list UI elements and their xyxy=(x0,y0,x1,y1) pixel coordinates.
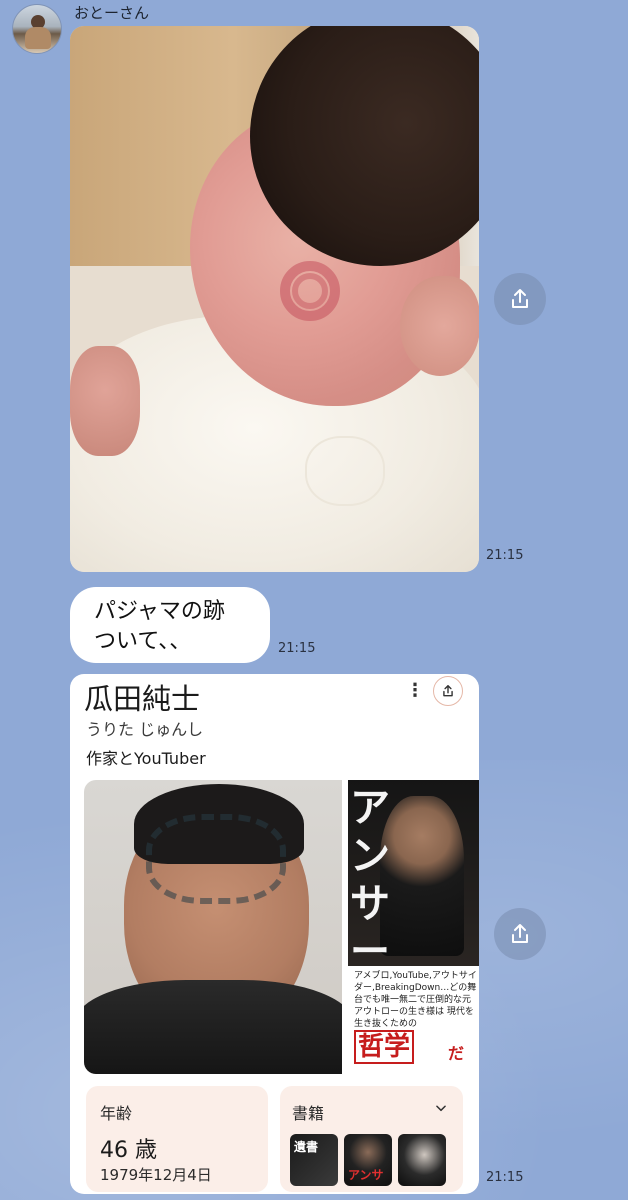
message-time: 21:15 xyxy=(278,641,316,656)
message-text-line: パジャマの跡 xyxy=(94,599,225,624)
age-tile: 年齢 46 歳 1979年12月4日 xyxy=(86,1086,268,1192)
share-icon xyxy=(512,289,528,308)
book-thumbnail xyxy=(398,1134,446,1186)
name-reading: うりた じゅんし xyxy=(86,720,204,739)
book-thumbnail: 遺書 xyxy=(290,1134,338,1186)
message-bubble[interactable]: パジャマの跡 ついて、、 xyxy=(70,587,270,663)
book-cover-blurb: アメブロ,YouTube,アウトサイダー,BreakingDown…どの舞台でも… xyxy=(354,971,477,1029)
book-cover-suffix: だ xyxy=(448,1044,465,1063)
book-cover-image: アンサー アメブロ,YouTube,アウトサイダー,BreakingDown…ど… xyxy=(348,780,479,1074)
books-tile: 書籍 遺書 アンサ xyxy=(280,1086,463,1192)
sender-name: おとーさん xyxy=(74,4,150,22)
books-label: 書籍 xyxy=(292,1104,325,1123)
share-button[interactable] xyxy=(494,908,546,960)
share-button[interactable] xyxy=(494,273,546,325)
knowledge-panel-title: 瓜田純士 xyxy=(84,682,201,716)
age-value: 46 歳 xyxy=(100,1138,157,1163)
chevron-down-icon xyxy=(434,1100,448,1119)
message-time: 21:15 xyxy=(486,548,524,563)
baby-photo[interactable] xyxy=(70,26,479,572)
occupation: 作家とYouTuber xyxy=(86,749,206,768)
message-time: 21:15 xyxy=(486,1170,524,1185)
book-cover-title: アンサー xyxy=(350,785,390,975)
share-icon xyxy=(433,676,463,706)
portrait-image xyxy=(84,780,342,1074)
book-thumbnail: アンサ xyxy=(344,1134,392,1186)
age-label: 年齢 xyxy=(100,1104,133,1123)
book-cover-highlight: 哲学 xyxy=(354,1030,415,1064)
sender-avatar[interactable] xyxy=(12,4,62,54)
birthdate: 1979年12月4日 xyxy=(100,1166,212,1184)
search-result-screenshot[interactable]: 瓜田純士 ⋮ うりた じゅんし 作家とYouTuber アンサー アメブロ,Yo… xyxy=(70,674,479,1194)
share-icon xyxy=(512,924,528,943)
more-options-icon: ⋮ xyxy=(406,680,424,701)
message-text-line: ついて、、 xyxy=(94,629,192,654)
